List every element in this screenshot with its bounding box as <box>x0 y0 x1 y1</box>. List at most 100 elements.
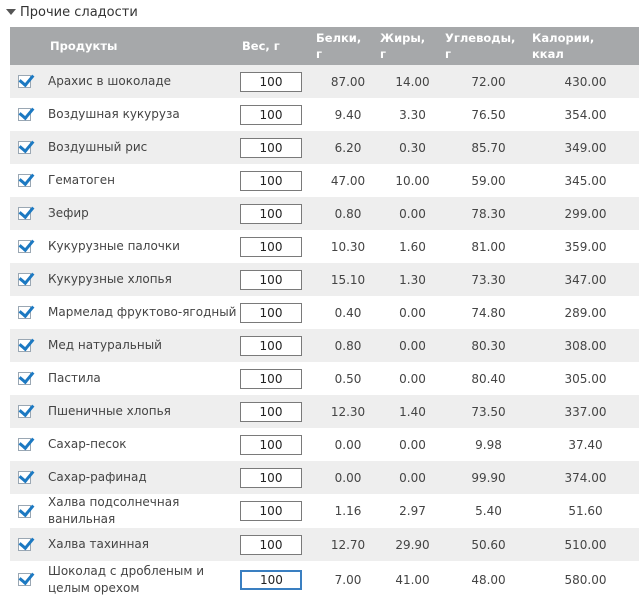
row-checkbox[interactable] <box>18 141 31 154</box>
product-name: Пшеничные хлопья <box>48 404 171 418</box>
row-checkbox[interactable] <box>18 538 31 551</box>
header-calories-line1: Калории, <box>532 31 595 45</box>
table-row: Халва тахинная 12.70 29.90 50.60 510.00 <box>10 528 639 561</box>
row-checkbox[interactable] <box>18 207 31 220</box>
row-checkbox[interactable] <box>18 372 31 385</box>
weight-cell <box>240 296 316 329</box>
row-check-cell <box>10 65 40 98</box>
weight-input[interactable] <box>240 335 302 356</box>
row-checkbox[interactable] <box>18 339 31 352</box>
row-checkbox[interactable] <box>18 405 31 418</box>
protein-value: 0.00 <box>334 437 362 452</box>
calories-value: 345.00 <box>564 173 607 188</box>
product-name: Гематоген <box>48 173 115 187</box>
calories-value: 37.40 <box>568 437 603 452</box>
carbs-value: 78.30 <box>471 206 506 221</box>
row-checkbox[interactable] <box>18 174 31 187</box>
calories-value: 299.00 <box>564 206 607 221</box>
fat-value: 1.60 <box>399 239 426 254</box>
row-check-cell <box>10 428 40 461</box>
row-check-cell <box>10 329 40 362</box>
section-header[interactable]: Прочие сладости <box>0 0 639 24</box>
weight-cell <box>240 131 316 164</box>
fat-value: 10.00 <box>395 173 430 188</box>
weight-input[interactable] <box>240 467 302 488</box>
product-name: Сахар-рафинад <box>48 470 147 484</box>
row-check-cell <box>10 528 40 561</box>
weight-input[interactable] <box>240 368 302 389</box>
weight-input[interactable] <box>240 203 302 224</box>
fat-value: 0.00 <box>399 371 426 386</box>
row-check-cell <box>10 164 40 197</box>
weight-input[interactable] <box>240 501 302 521</box>
product-name: Мармелад фруктово-ягодный <box>48 305 237 319</box>
header-fat[interactable]: Жиры, г <box>380 27 445 65</box>
weight-input[interactable] <box>240 269 302 290</box>
row-checkbox[interactable] <box>18 438 31 451</box>
table-row: Мармелад фруктово-ягодный 0.40 0.00 74.80 28… <box>10 296 639 329</box>
header-product[interactable]: Продукты <box>40 27 240 65</box>
row-checkbox[interactable] <box>18 573 31 586</box>
product-name: Шоколад с дробленым и целым орехом <box>48 563 205 595</box>
weight-input[interactable] <box>240 434 302 455</box>
header-calories-line2: ккал <box>532 47 564 61</box>
carbs-value: 74.80 <box>471 305 506 320</box>
weight-cell <box>240 362 316 395</box>
calories-value: 289.00 <box>564 305 607 320</box>
weight-input[interactable] <box>240 104 302 125</box>
weight-input[interactable] <box>240 401 302 422</box>
weight-input[interactable] <box>240 569 302 590</box>
fat-value: 0.00 <box>399 338 426 353</box>
header-protein-line1: Белки, <box>316 31 362 45</box>
weight-cell <box>240 561 316 598</box>
calories-value: 308.00 <box>564 338 607 353</box>
weight-cell <box>240 65 316 98</box>
weight-input[interactable] <box>240 137 302 158</box>
products-table: Продукты Вес, г Белки, г Жиры, г Углеводы,… <box>10 27 639 598</box>
weight-cell <box>240 395 316 428</box>
row-check-cell <box>10 230 40 263</box>
weight-input[interactable] <box>240 71 302 92</box>
weight-input[interactable] <box>240 534 302 555</box>
collapse-triangle-icon[interactable] <box>6 9 16 15</box>
header-protein-line2: г <box>316 47 323 61</box>
protein-value: 7.00 <box>334 572 362 587</box>
header-carbs[interactable]: Углеводы, г <box>445 27 532 65</box>
carbs-value: 73.50 <box>471 404 506 419</box>
fat-value: 0.00 <box>399 206 426 221</box>
row-check-cell <box>10 494 40 528</box>
header-carbs-line2: г <box>445 47 452 61</box>
row-checkbox[interactable] <box>18 471 31 484</box>
row-check-cell <box>10 197 40 230</box>
row-check-cell <box>10 395 40 428</box>
table-row: Сахар-песок 0.00 0.00 9.98 37.40 <box>10 428 639 461</box>
weight-input[interactable] <box>240 236 302 257</box>
header-weight[interactable]: Вес, г <box>240 27 316 65</box>
table-row: Кукурузные хлопья 15.10 1.30 73.30 347.00 <box>10 263 639 296</box>
row-checkbox[interactable] <box>18 108 31 121</box>
weight-input[interactable] <box>240 302 302 323</box>
row-checkbox[interactable] <box>18 306 31 319</box>
weight-cell <box>240 528 316 561</box>
row-checkbox[interactable] <box>18 504 31 518</box>
header-protein[interactable]: Белки, г <box>316 27 380 65</box>
row-checkbox[interactable] <box>18 75 31 88</box>
carbs-value: 50.60 <box>471 537 506 552</box>
protein-value: 6.20 <box>334 140 362 155</box>
row-checkbox[interactable] <box>18 240 31 253</box>
row-checkbox[interactable] <box>18 273 31 286</box>
table-row: Воздушный рис 6.20 0.30 85.70 349.00 <box>10 131 639 164</box>
calories-value: 510.00 <box>564 537 607 552</box>
header-calories[interactable]: Калории, ккал <box>532 27 639 65</box>
fat-value: 3.30 <box>399 107 426 122</box>
product-name: Воздушная кукуруза <box>48 107 180 121</box>
product-name: Арахис в шоколаде <box>48 74 171 88</box>
calories-value: 305.00 <box>564 371 607 386</box>
table-row: Халва подсолнечная ванильная 1.16 2.97 5.40… <box>10 494 639 528</box>
fat-value: 0.00 <box>399 470 426 485</box>
table-row: Кукурузные палочки 10.30 1.60 81.00 359.00 <box>10 230 639 263</box>
protein-value: 0.40 <box>334 305 362 320</box>
calories-value: 337.00 <box>564 404 607 419</box>
weight-input[interactable] <box>240 170 302 191</box>
carbs-value: 9.98 <box>475 437 502 452</box>
